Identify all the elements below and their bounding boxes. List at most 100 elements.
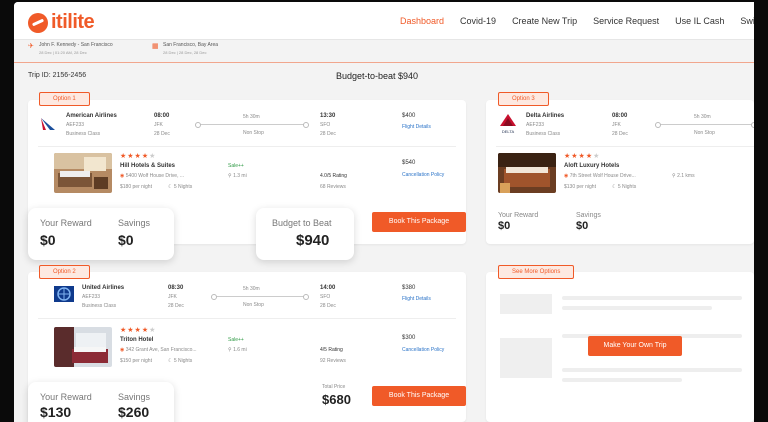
hotel-distance: ⚲ 1.3 mi: [228, 173, 247, 179]
reward-savings-panel: Your Reward $130 Savings $260: [28, 382, 174, 422]
placeholder-block: [500, 338, 552, 378]
departure-date: 28 Dec: [168, 303, 184, 309]
option-2-tag: Option 2: [39, 265, 90, 279]
your-reward-label: Your Reward: [498, 212, 539, 219]
hotel-route-dates: 28 Dec | 28 Dec, 28 Dec: [163, 50, 207, 55]
airline-name: United Airlines: [82, 285, 125, 291]
departure-code: JFK: [168, 294, 177, 300]
placeholder-line: [562, 368, 742, 372]
flight-path-line: [211, 294, 309, 300]
make-your-own-trip-button[interactable]: Make Your Own Trip: [588, 336, 682, 356]
hotel-distance-text: 1.3 mi: [233, 173, 247, 179]
nav-covid-19[interactable]: Covid-19: [460, 16, 496, 26]
savings-value: $0: [576, 220, 589, 232]
hotel-nights: ☾ 5 Nights: [168, 184, 192, 190]
nav-create-new-trip[interactable]: Create New Trip: [512, 16, 577, 26]
flight-route-text: John F. Kennedy - San Francisco: [39, 42, 113, 48]
arrival-code: SFO: [320, 122, 331, 128]
hotel-nights: ☾ 5 Nights: [612, 184, 636, 190]
hotel-price: $540: [402, 160, 416, 166]
nav-dashboard[interactable]: Dashboard: [400, 16, 444, 26]
row-divider: [38, 318, 456, 319]
delta-airlines-logo: DELTA: [496, 112, 520, 134]
see-more-options-tag[interactable]: See More Options: [498, 265, 575, 279]
american-airlines-logo: [40, 116, 56, 132]
flight-route-summary: ✈ John F. Kennedy - San Francisco 28 Dec…: [28, 42, 113, 56]
top-navigation-bar: itilite Dashboard Covid-19 Create New Tr…: [14, 2, 754, 40]
hotel-address: ◉ 5400 Wolf House Drive, ...: [120, 173, 184, 179]
see-more-options-card: Make Your Own Trip: [486, 272, 754, 422]
flight-details-link[interactable]: Flight Details: [402, 296, 431, 302]
cancellation-policy-link[interactable]: Cancellation Policy: [402, 172, 444, 178]
option-3-card: DELTA Delta Airlines AEF233 Business Cla…: [486, 100, 754, 244]
hotel-rate: $150 per night: [120, 358, 152, 364]
total-price-label: Total Price: [322, 384, 346, 390]
plane-icon: ✈: [28, 43, 34, 50]
main-nav: Dashboard Covid-19 Create New Trip Servi…: [400, 16, 754, 26]
flight-duration: 5h 30m: [694, 114, 711, 120]
flight-price: $400: [402, 113, 416, 119]
hotel-star-rating: ★★★★★: [564, 153, 601, 160]
hotel-address-text: 5400 Wolf House Drive, ...: [125, 173, 185, 179]
flight-duration: 5h 30m: [243, 286, 260, 292]
nav-use-il-cash[interactable]: Use IL Cash: [675, 16, 724, 26]
hotel-photo: [54, 327, 112, 367]
hotel-address: ◉ 7th Street Wolf House Drive...: [564, 173, 636, 179]
arrival-code: SFO: [320, 294, 331, 300]
budget-to-beat-panel: Budget to Beat $940: [256, 208, 354, 260]
book-this-package-button[interactable]: Book This Package: [372, 212, 466, 232]
departure-time: 08:00: [612, 113, 628, 119]
hotel-photo: [54, 153, 112, 193]
savings-value: $260: [118, 404, 150, 420]
hotel-name: Triton Hotel: [120, 337, 154, 343]
stops-label: Non Stop: [694, 130, 715, 136]
arrival-time: 14:00: [320, 285, 336, 291]
flight-price: $380: [402, 285, 416, 291]
your-reward-value: $130: [40, 404, 72, 420]
itilite-logo[interactable]: itilite: [28, 11, 95, 34]
svg-text:DELTA: DELTA: [502, 129, 515, 134]
flight-number: AEF233: [526, 122, 545, 128]
hotel-price: $300: [402, 335, 416, 341]
app-screen: itilite Dashboard Covid-19 Create New Tr…: [14, 2, 754, 422]
hotel-star-rating: ★★★★★: [120, 153, 157, 160]
arrival-time: 13:30: [320, 113, 336, 119]
stops-label: Non Stop: [243, 302, 264, 308]
reward-savings-panel: Your Reward $0 Savings $0: [28, 208, 174, 260]
flight-number: AEF233: [82, 294, 101, 300]
arrival-date: 28 Dec: [320, 131, 336, 137]
nav-service-request[interactable]: Service Request: [593, 16, 659, 26]
cabin-class: Business Class: [66, 131, 101, 137]
flight-details-link[interactable]: Flight Details: [402, 124, 431, 130]
hotel-nights-text: 5 Nights: [617, 184, 637, 190]
hotel-rating: 4/5 Rating: [320, 347, 343, 353]
your-reward-value: $0: [498, 220, 511, 232]
hotel-nights-text: 5 Nights: [173, 184, 193, 190]
nav-switch[interactable]: Switch: [740, 16, 754, 26]
hotel-nights: ☾ 5 Nights: [168, 358, 192, 364]
header-divider: [14, 62, 754, 63]
savings-label: Savings: [118, 392, 151, 402]
building-icon: ▦: [152, 43, 159, 50]
budget-to-beat-title: Budget-to-beat $940: [336, 71, 419, 81]
logo-plane-icon: [28, 12, 48, 33]
savings-label: Savings: [118, 218, 151, 228]
hotel-route-text: San Francisco, Bay Area: [163, 42, 219, 48]
hotel-name: Hill Hotels & Suites: [120, 163, 176, 169]
departure-date: 28 Dec: [612, 131, 628, 137]
your-reward-value: $0: [40, 232, 56, 248]
hotel-name: Aloft Luxury Hotels: [564, 163, 620, 169]
book-this-package-button[interactable]: Book This Package: [372, 386, 466, 406]
hotel-nights-text: 5 Nights: [173, 358, 193, 364]
departure-code: JFK: [154, 122, 163, 128]
your-reward-label: Your Reward: [40, 392, 92, 402]
row-divider: [38, 146, 456, 147]
trip-id: Trip ID: 2156-2456: [28, 72, 87, 79]
your-reward-label: Your Reward: [40, 218, 92, 228]
cancellation-policy-link[interactable]: Cancellation Policy: [402, 347, 444, 353]
option-1-tag: Option 1: [39, 92, 90, 106]
arrival-date: 28 Dec: [320, 303, 336, 309]
hotel-distance: ⚲ 2.1 kms: [672, 173, 695, 179]
cabin-class: Business Class: [526, 131, 561, 137]
cabin-class: Business Class: [82, 303, 117, 309]
